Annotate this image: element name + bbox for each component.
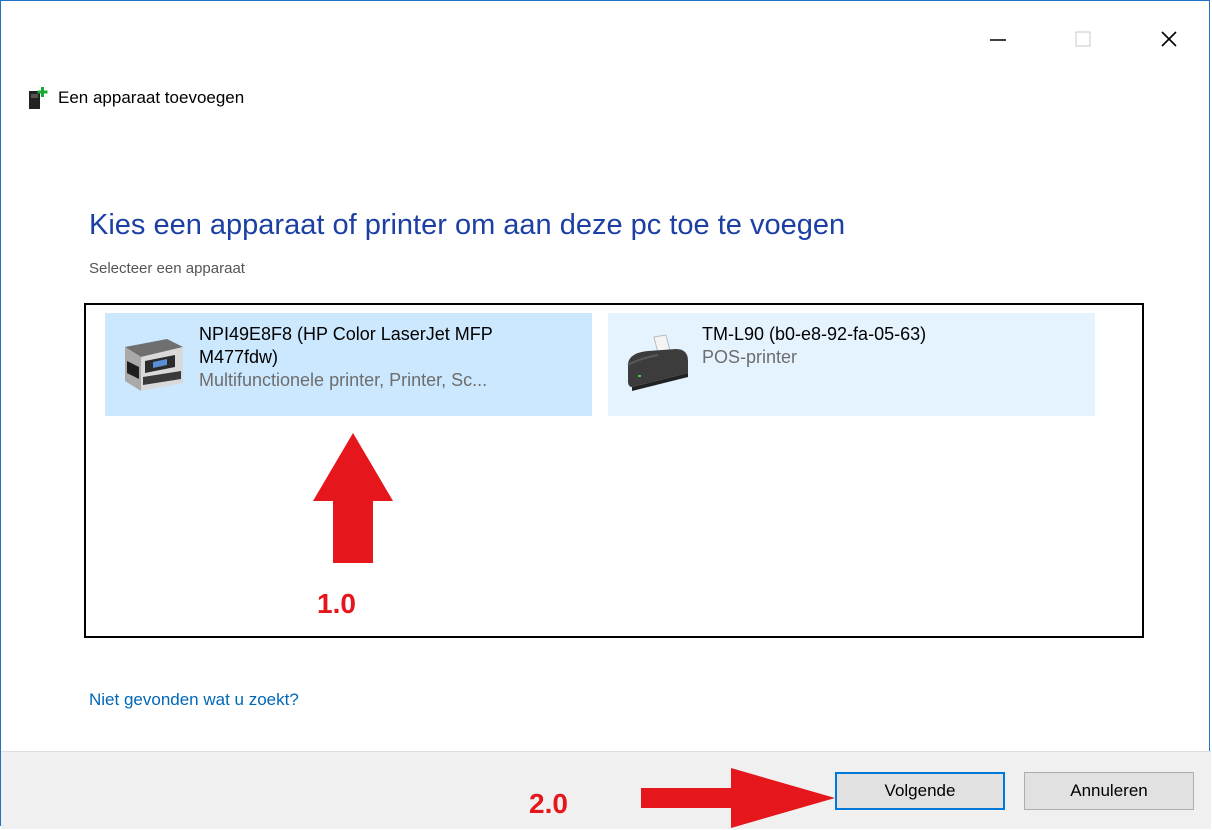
annotation-label-step1: 1.0	[317, 588, 356, 619]
annotation-arrow-right	[641, 768, 835, 828]
device-item-tm-l90[interactable]: TM-L90 (b0-e8-92-fa-05-63) POS-printer	[608, 313, 1095, 416]
minimize-button[interactable]	[967, 1, 1029, 77]
not-found-link[interactable]: Niet gevonden wat u zoekt?	[89, 690, 299, 710]
device-name-line1: TM-L90 (b0-e8-92-fa-05-63)	[702, 324, 927, 344]
device-name-line2: M477fdw)	[199, 347, 279, 367]
window-title-text: Een apparaat toevoegen	[58, 88, 245, 107]
device-name-line1: NPI49E8F8 (HP Color LaserJet MFP	[199, 324, 493, 344]
annotation-arrow-up	[313, 433, 393, 563]
maximize-icon	[1075, 31, 1091, 47]
close-icon	[1161, 31, 1177, 47]
pos-printer-icon	[608, 313, 702, 413]
page-subtitle: Selecteer een apparaat	[89, 260, 245, 277]
close-button[interactable]	[1138, 1, 1200, 77]
multifunction-printer-icon	[105, 313, 199, 413]
device-type: POS-printer	[702, 347, 798, 367]
device-list: NPI49E8F8 (HP Color LaserJet MFP M477fdw…	[84, 303, 1144, 638]
cancel-button[interactable]: Annuleren	[1024, 772, 1194, 810]
add-device-window: Een apparaat toevoegen Kies een apparaat…	[0, 0, 1211, 829]
annotation-label-step2: 2.0	[529, 788, 568, 819]
next-button[interactable]: Volgende	[835, 772, 1005, 810]
device-type: Multifunctionele printer, Printer, Sc...	[199, 370, 488, 390]
device-item-hp-laserjet[interactable]: NPI49E8F8 (HP Color LaserJet MFP M477fdw…	[105, 313, 592, 416]
maximize-button[interactable]	[1052, 1, 1114, 77]
add-device-icon	[29, 87, 48, 109]
page-title: Kies een apparaat of printer om aan deze…	[89, 209, 846, 241]
window-title: Een apparaat toevoegen	[26, 85, 244, 111]
dialog-footer: 2.0 Volgende Annuleren	[1, 751, 1211, 829]
minimize-icon	[990, 39, 1006, 41]
